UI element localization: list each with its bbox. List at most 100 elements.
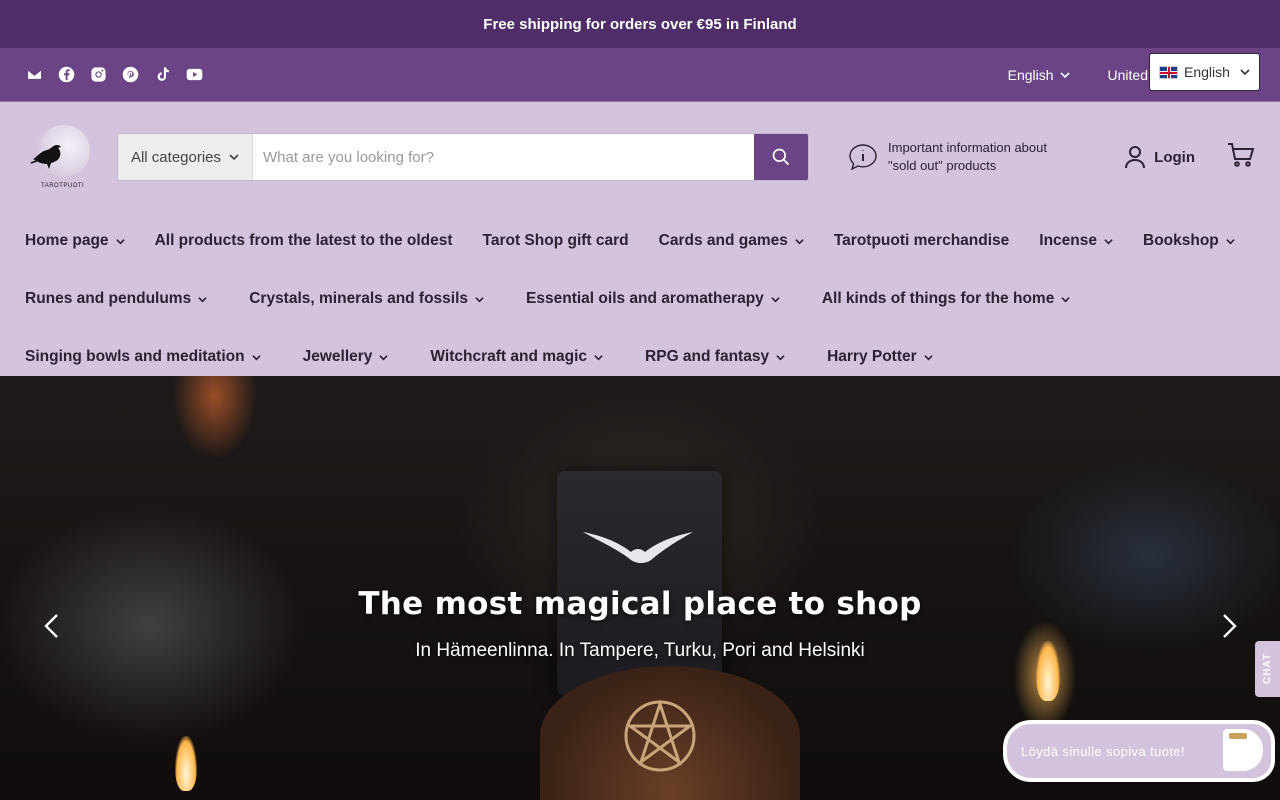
category-select[interactable]: All categories [118, 134, 253, 180]
nav-item-bookshop[interactable]: Bookshop [1143, 232, 1235, 250]
search-input[interactable] [253, 134, 754, 180]
announcement-bar: Free shipping for orders over €95 in Fin… [0, 0, 1280, 48]
nav-item-all-products[interactable]: All products from the latest to the olde… [155, 232, 453, 250]
login-link[interactable]: Login [1124, 145, 1195, 169]
nav-item-cards-and-games[interactable]: Cards and games [659, 232, 804, 250]
pinterest-icon[interactable] [120, 65, 140, 85]
chevron-down-icon [795, 238, 804, 244]
tiktok-icon[interactable] [152, 65, 172, 85]
nav-item-witchcraft[interactable]: Witchcraft and magic [430, 348, 603, 366]
nav-row: Runes and pendulums Crystals, minerals a… [25, 270, 1255, 328]
nav-item-runes-and-pendulums[interactable]: Runes and pendulums [25, 290, 207, 308]
chevron-down-icon [475, 296, 484, 302]
user-icon [1125, 146, 1146, 169]
nav-item-label: Singing bowls and meditation [25, 348, 245, 365]
nav-item-merchandise[interactable]: Tarotpuoti merchandise [834, 232, 1009, 250]
nav-item-label: Tarot Shop gift card [482, 232, 629, 249]
youtube-icon[interactable] [184, 65, 204, 85]
nav-item-label: Crystals, minerals and fossils [249, 290, 469, 307]
chevron-down-icon [198, 296, 207, 302]
nav-item-label: All products from the latest to the olde… [154, 232, 453, 249]
chevron-down-icon [1226, 238, 1235, 244]
hero-title: The most magical place to shop [358, 586, 922, 622]
chevron-down-icon [923, 354, 933, 360]
nav-item-label: Runes and pendulums [25, 290, 192, 307]
nav-item-label: Jewellery [302, 348, 373, 365]
nav-item-jewellery[interactable]: Jewellery [303, 348, 389, 366]
language-selector[interactable]: English [1008, 67, 1070, 83]
chat-info-icon [849, 144, 877, 171]
search-icon [772, 148, 790, 166]
slideshow-next-button[interactable] [1214, 611, 1244, 641]
chat-avatar-icon [1223, 729, 1263, 771]
nav-item-incense[interactable]: Incense [1039, 232, 1113, 250]
announcement-text: Free shipping for orders over €95 in Fin… [483, 15, 797, 33]
chevron-down-icon [1240, 69, 1250, 76]
nav-item-label: Bookshop [1143, 232, 1219, 249]
hero-tarot-card [557, 471, 722, 696]
nav-row: Home page All products from the latest t… [25, 212, 1255, 270]
sold-out-info-link[interactable]: Important information about "sold out" p… [848, 139, 1047, 175]
chevron-right-icon [1223, 614, 1237, 638]
nav-item-harry-potter[interactable]: Harry Potter [827, 348, 933, 366]
chat-side-tab[interactable]: CHAT [1255, 641, 1280, 697]
search-button[interactable] [754, 134, 808, 180]
cart-icon [1228, 142, 1255, 167]
chevron-down-icon [594, 354, 603, 360]
nav-item-crystals[interactable]: Crystals, minerals and fossils [249, 290, 484, 308]
instagram-icon[interactable] [88, 65, 108, 85]
nav-item-home-page[interactable]: Home page [25, 232, 125, 250]
slideshow-prev-button[interactable] [37, 611, 67, 641]
nav-item-label: All kinds of things for the home [821, 290, 1055, 307]
nav-item-label: RPG and fantasy [645, 348, 770, 365]
chevron-down-icon [1104, 238, 1113, 244]
translate-language-widget[interactable]: English [1149, 53, 1260, 91]
nav-item-label: Essential oils and aromatherapy [526, 290, 764, 307]
nav-item-label: Home page [25, 232, 109, 249]
chevron-down-icon [229, 154, 239, 161]
chevron-left-icon [44, 614, 58, 638]
email-icon[interactable] [24, 65, 44, 85]
nav-item-label: Tarotpuoti merchandise [833, 232, 1010, 249]
category-select-label: All categories [130, 148, 222, 166]
chevron-down-icon [1061, 296, 1070, 302]
raven-icon [30, 145, 61, 169]
logo-text: TAROTPUOTI [41, 183, 85, 189]
chat-prompt-bubble[interactable]: Löydä sinulle sopiva tuote! [1003, 720, 1275, 782]
facebook-icon[interactable] [56, 65, 76, 85]
pentagram-graphic [624, 699, 696, 772]
info-text: Important information about "sold out" p… [888, 139, 1047, 175]
info-line-1: Important information about [888, 140, 1047, 155]
nav-item-home-things[interactable]: All kinds of things for the home [822, 290, 1071, 308]
utility-bar: English United English [0, 48, 1280, 102]
login-label: Login [1154, 148, 1195, 166]
site-header: TAROTPUOTI All categories Important info… [0, 102, 1280, 212]
nav-item-gift-card[interactable]: Tarot Shop gift card [483, 232, 629, 250]
nav-item-label: Incense [1039, 232, 1097, 249]
chevron-down-icon [1059, 71, 1070, 78]
dove-graphic [583, 532, 693, 563]
country-selector[interactable]: United [1108, 67, 1148, 83]
store-logo[interactable]: TAROTPUOTI [25, 125, 93, 189]
chat-bubble-text: Löydä sinulle sopiva tuote! [1021, 743, 1186, 759]
search-bar: All categories [118, 134, 808, 180]
candle-flame [175, 736, 197, 791]
nav-item-label: Witchcraft and magic [430, 348, 588, 365]
uk-flag-icon [1159, 65, 1178, 79]
nav-item-label: Cards and games [658, 232, 788, 249]
chevron-down-icon [379, 354, 389, 360]
translate-language-label: English [1184, 64, 1230, 80]
social-links [24, 65, 204, 85]
nav-item-essential-oils[interactable]: Essential oils and aromatherapy [526, 290, 780, 308]
hero-subtitle: In Hämeenlinna. In Tampere, Turku, Pori … [415, 640, 865, 661]
nav-item-rpg-fantasy[interactable]: RPG and fantasy [645, 348, 785, 366]
info-line-2: "sold out" products [888, 158, 997, 173]
nav-item-singing-bowls[interactable]: Singing bowls and meditation [25, 348, 261, 366]
main-navigation: Home page All products from the latest t… [0, 212, 1280, 386]
chevron-down-icon [776, 354, 785, 360]
language-label: English [1007, 66, 1054, 83]
chat-tab-label: CHAT [1262, 653, 1273, 685]
nav-item-label: Harry Potter [827, 348, 917, 365]
chevron-down-icon [771, 296, 780, 302]
cart-button[interactable] [1227, 142, 1255, 173]
